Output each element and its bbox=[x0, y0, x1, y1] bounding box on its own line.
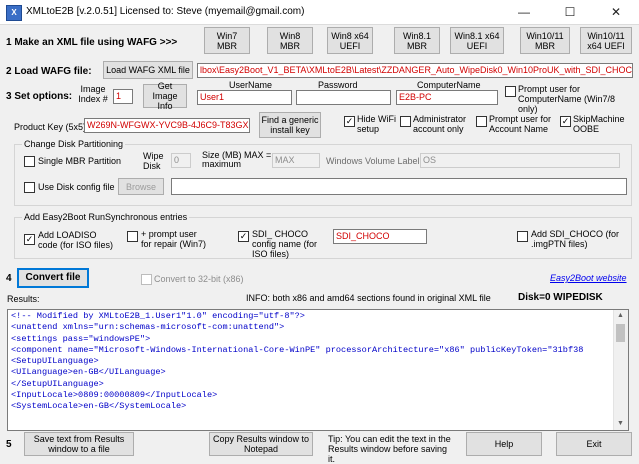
wipe-disk-field[interactable]: 0 bbox=[171, 153, 191, 168]
step3-label: 3 Set options: bbox=[6, 91, 73, 102]
computername-field[interactable]: E2B-PC bbox=[396, 90, 498, 105]
prompt-account-checkbox[interactable] bbox=[476, 116, 487, 127]
app-icon: X bbox=[6, 5, 22, 21]
add-sdi-choco-label: Add SDI_CHOCO (for .imgPTN files) bbox=[531, 229, 620, 249]
result-line: <InputLocale>0809:00000809</InputLocale> bbox=[11, 390, 218, 401]
convert-file-button[interactable]: Convert file bbox=[17, 268, 89, 288]
username-label: UserName bbox=[229, 80, 273, 90]
add-loadiso-checkbox[interactable]: ✓ bbox=[24, 234, 35, 245]
prompt-account-label: Prompt user for Account Name bbox=[489, 114, 552, 134]
result-line: <UILanguage>en-GB</UILanguage> bbox=[11, 367, 166, 378]
result-line: <SystemLocale>en-GB</SystemLocale> bbox=[11, 401, 187, 412]
win10-11-x64-uefi-button[interactable]: Win10/11 x64 UEFI bbox=[580, 27, 632, 54]
single-mbr-checkbox[interactable] bbox=[24, 156, 35, 167]
results-label: Results: bbox=[7, 294, 40, 304]
win8-x64-uefi-button[interactable]: Win8 x64 UEFI bbox=[327, 27, 373, 54]
computername-label: ComputerName bbox=[417, 80, 481, 90]
sdi-choco-field[interactable]: SDI_CHOCO bbox=[333, 229, 427, 244]
step4-label: 4 bbox=[6, 273, 12, 284]
win10-11-mbr-button[interactable]: Win10/11 MBR bbox=[520, 27, 570, 54]
result-line: <component name="Microsoft-Windows-Inter… bbox=[11, 344, 584, 355]
administrator-account-label: Administrator account only bbox=[413, 114, 467, 134]
use-disk-config-checkbox[interactable] bbox=[24, 182, 35, 193]
skip-machine-oobe-checkbox[interactable]: ✓ bbox=[560, 116, 571, 127]
step1-label: 1 Make an XML file using WAFG >>> bbox=[6, 37, 178, 48]
tip-text: Tip: You can edit the text in the Result… bbox=[328, 434, 451, 464]
find-generic-key-button[interactable]: Find a generic install key bbox=[259, 112, 321, 138]
browse-button[interactable]: Browse bbox=[118, 178, 164, 195]
result-line: </SetupUILanguage> bbox=[11, 378, 104, 389]
image-index-field[interactable]: 1 bbox=[113, 89, 133, 104]
product-key-field[interactable]: W269N-WFGWX-YVC9B-4J6C9-T83GX bbox=[84, 118, 250, 133]
hide-wifi-checkbox[interactable]: ✓ bbox=[344, 116, 355, 127]
sdi-choco-label: SDI_ CHOCO config name (for ISO files) bbox=[252, 229, 318, 259]
image-index-label: Image Index # bbox=[78, 84, 108, 104]
load-wafg-xml-button[interactable]: Load WAFG XML file bbox=[103, 61, 193, 79]
convert-32bit-checkbox[interactable] bbox=[141, 274, 152, 285]
runsync-title: Add Easy2Boot RunSynchronous entries bbox=[22, 212, 190, 222]
password-field[interactable] bbox=[296, 90, 391, 105]
exit-button[interactable]: Exit bbox=[556, 432, 632, 456]
use-disk-config-label: Use Disk config file bbox=[38, 182, 115, 192]
result-line: <unattend xmlns="urn:schemas-microsoft-c… bbox=[11, 322, 285, 333]
title-bar: X XMLtoE2B [v.2.0.51] Licensed to: Steve… bbox=[0, 0, 639, 25]
wafg-file-path-field[interactable]: lbox\Easy2Boot_V1_BETA\XMLtoE2B\Latest\Z… bbox=[197, 63, 633, 78]
step5-label: 5 bbox=[6, 439, 12, 450]
result-line: <SetupUILanguage> bbox=[11, 356, 99, 367]
results-scrollbar[interactable]: ▲ ▼ bbox=[613, 310, 628, 430]
win81-mbr-button[interactable]: Win8.1 MBR bbox=[394, 27, 440, 54]
disk-status: Disk=0 WIPEDISK bbox=[518, 292, 603, 303]
result-line: <settings pass="windowsPE"> bbox=[11, 333, 151, 344]
maximize-button[interactable]: ☐ bbox=[547, 0, 593, 24]
win81-x64-uefi-button[interactable]: Win8.1 x64 UEFI bbox=[450, 27, 504, 54]
result-line: <!-- Modified by XMLtoE2B_1.User1"1.0" e… bbox=[11, 311, 305, 321]
wipe-disk-label: Wipe Disk bbox=[143, 151, 164, 171]
size-label: Size (MB) MAX = maximum bbox=[202, 150, 272, 169]
prompt-repair-label: + prompt user for repair (Win7) bbox=[141, 229, 207, 249]
username-field[interactable]: User1 bbox=[197, 90, 292, 105]
prompt-repair-checkbox[interactable] bbox=[127, 231, 138, 242]
scroll-up-icon[interactable]: ▲ bbox=[617, 312, 624, 319]
help-button[interactable]: Help bbox=[466, 432, 542, 456]
volume-label-label: Windows Volume Label bbox=[326, 156, 420, 166]
add-loadiso-label: Add LOADISO code (for ISO files) bbox=[38, 230, 114, 250]
add-sdi-choco-checkbox[interactable] bbox=[517, 231, 528, 242]
prompt-computername-checkbox[interactable] bbox=[505, 86, 516, 97]
skip-machine-oobe-label: SkipMachine OOBE bbox=[573, 114, 625, 134]
results-info: INFO: both x86 and amd64 sections found … bbox=[246, 293, 491, 303]
volume-label-field[interactable]: OS bbox=[420, 153, 620, 168]
win7-mbr-button[interactable]: Win7 MBR bbox=[204, 27, 250, 54]
disk-config-path-field[interactable] bbox=[171, 178, 627, 195]
size-field[interactable]: MAX bbox=[272, 153, 320, 168]
easy2boot-website-link[interactable]: Easy2Boot website bbox=[550, 273, 627, 283]
product-key-label: Product Key (5x5) bbox=[14, 122, 87, 132]
hide-wifi-label: Hide WiFi setup bbox=[357, 114, 397, 134]
disk-partitioning-title: Change Disk Partitioning bbox=[22, 139, 126, 149]
single-mbr-label: Single MBR Partition bbox=[38, 156, 122, 166]
sdi-choco-checkbox[interactable]: ✓ bbox=[238, 231, 249, 242]
scroll-down-icon[interactable]: ▼ bbox=[617, 420, 624, 427]
get-image-info-button[interactable]: Get Image Info bbox=[143, 81, 187, 111]
convert-32bit-label: Convert to 32-bit (x86) bbox=[154, 274, 244, 284]
win8-mbr-button[interactable]: Win8 MBR bbox=[267, 27, 313, 54]
minimize-button[interactable]: — bbox=[501, 0, 547, 24]
password-label: Password bbox=[318, 80, 358, 90]
step2-label: 2 Load WAFG file: bbox=[6, 66, 92, 77]
administrator-account-checkbox[interactable] bbox=[400, 116, 411, 127]
prompt-computername-label: Prompt user for ComputerName (Win7/8 onl… bbox=[518, 84, 616, 114]
scroll-thumb[interactable] bbox=[616, 324, 625, 342]
copy-to-notepad-button[interactable]: Copy Results window to Notepad bbox=[209, 432, 313, 456]
results-textarea[interactable]: <!-- Modified by XMLtoE2B_1.User1"1.0" e… bbox=[7, 309, 629, 431]
window-title: XMLtoE2B [v.2.0.51] Licensed to: Steve (… bbox=[26, 6, 305, 17]
close-button[interactable]: ✕ bbox=[593, 0, 639, 24]
save-results-button[interactable]: Save text from Results window to a file bbox=[24, 432, 134, 456]
